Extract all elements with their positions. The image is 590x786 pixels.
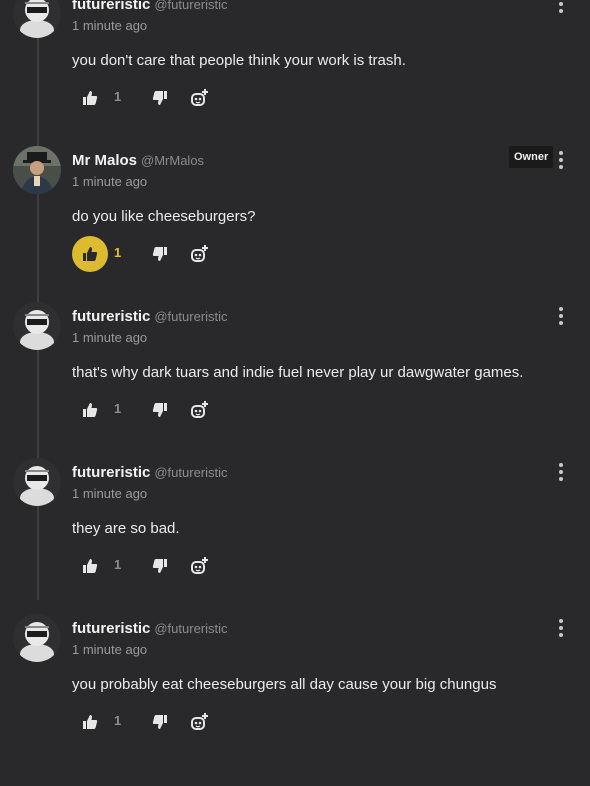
thumbs-up-icon xyxy=(83,559,98,573)
author-handle: @MrMalos xyxy=(141,153,205,168)
author-handle: @futureristic xyxy=(154,621,228,636)
thumbs-down-icon xyxy=(152,715,167,729)
author-name[interactable]: futureristic @futureristic xyxy=(72,464,228,481)
dislike-button[interactable] xyxy=(148,710,172,734)
author-handle: @futureristic xyxy=(154,465,228,480)
reply-button[interactable] xyxy=(188,710,212,734)
more-options-button[interactable] xyxy=(552,0,570,16)
dislike-button[interactable] xyxy=(148,242,172,266)
avatar[interactable] xyxy=(13,0,61,38)
comment-text: that's why dark tuars and indie fuel nev… xyxy=(72,364,524,381)
like-button[interactable] xyxy=(72,548,108,584)
author-handle: @futureristic xyxy=(154,0,228,12)
like-count: 1 xyxy=(114,89,122,104)
reply-button[interactable] xyxy=(188,554,212,578)
like-count: 1 xyxy=(114,245,122,260)
timestamp: 1 minute ago xyxy=(72,174,148,189)
author-name[interactable]: Mr Malos @MrMalos xyxy=(72,152,204,169)
avatar[interactable] xyxy=(13,614,61,662)
thumbs-down-icon xyxy=(152,91,167,105)
comment: futureristic @futureristic 1 minute ago t… xyxy=(0,302,590,474)
reply-add-icon xyxy=(191,713,208,730)
thumbs-up-icon xyxy=(83,715,98,729)
timestamp: 1 minute ago xyxy=(72,330,148,345)
like-count: 1 xyxy=(114,713,122,728)
comment-text: they are so bad. xyxy=(72,520,180,537)
timestamp: 1 minute ago xyxy=(72,486,148,501)
more-options-button[interactable] xyxy=(552,616,570,640)
comment: Mr Malos @MrMalos 1 minute ago Owner do y… xyxy=(0,146,590,318)
thumbs-down-icon xyxy=(152,559,167,573)
comment: futureristic @futureristic 1 minute ago t… xyxy=(0,458,590,630)
author-handle: @futureristic xyxy=(154,309,228,324)
more-options-button[interactable] xyxy=(552,460,570,484)
thumbs-up-icon xyxy=(83,403,98,417)
thumbs-down-icon xyxy=(152,403,167,417)
reply-add-icon xyxy=(191,89,208,106)
author-name[interactable]: futureristic @futureristic xyxy=(72,308,228,325)
comment: futureristic @futureristic 1 minute ago y… xyxy=(0,0,590,162)
reply-button[interactable] xyxy=(188,398,212,422)
reply-add-icon xyxy=(191,245,208,262)
reply-add-icon xyxy=(191,557,208,574)
author-name[interactable]: futureristic @futureristic xyxy=(72,0,228,13)
comment-text: you don't care that people think your wo… xyxy=(72,52,406,69)
avatar[interactable] xyxy=(13,458,61,506)
dislike-button[interactable] xyxy=(148,398,172,422)
comment-text: do you like cheeseburgers? xyxy=(72,208,256,225)
like-button[interactable] xyxy=(72,236,108,272)
like-count: 1 xyxy=(114,401,122,416)
like-button[interactable] xyxy=(72,704,108,740)
like-button[interactable] xyxy=(72,80,108,116)
avatar[interactable] xyxy=(13,146,61,194)
more-options-button[interactable] xyxy=(552,304,570,328)
more-options-button[interactable] xyxy=(552,148,570,172)
timestamp: 1 minute ago xyxy=(72,18,148,33)
thumbs-up-icon xyxy=(83,91,98,105)
dislike-button[interactable] xyxy=(148,86,172,110)
dislike-button[interactable] xyxy=(148,554,172,578)
timestamp: 1 minute ago xyxy=(72,642,148,657)
avatar[interactable] xyxy=(13,302,61,350)
thumbs-up-icon xyxy=(83,247,98,261)
owner-badge: Owner xyxy=(509,146,554,168)
author-name[interactable]: futureristic @futureristic xyxy=(72,620,228,637)
comment: futureristic @futureristic 1 minute ago y… xyxy=(0,614,590,786)
thumbs-down-icon xyxy=(152,247,167,261)
reply-button[interactable] xyxy=(188,86,212,110)
like-count: 1 xyxy=(114,557,122,572)
comment-text: you probably eat cheeseburgers all day c… xyxy=(72,676,497,693)
like-button[interactable] xyxy=(72,392,108,428)
reply-button[interactable] xyxy=(188,242,212,266)
reply-add-icon xyxy=(191,401,208,418)
